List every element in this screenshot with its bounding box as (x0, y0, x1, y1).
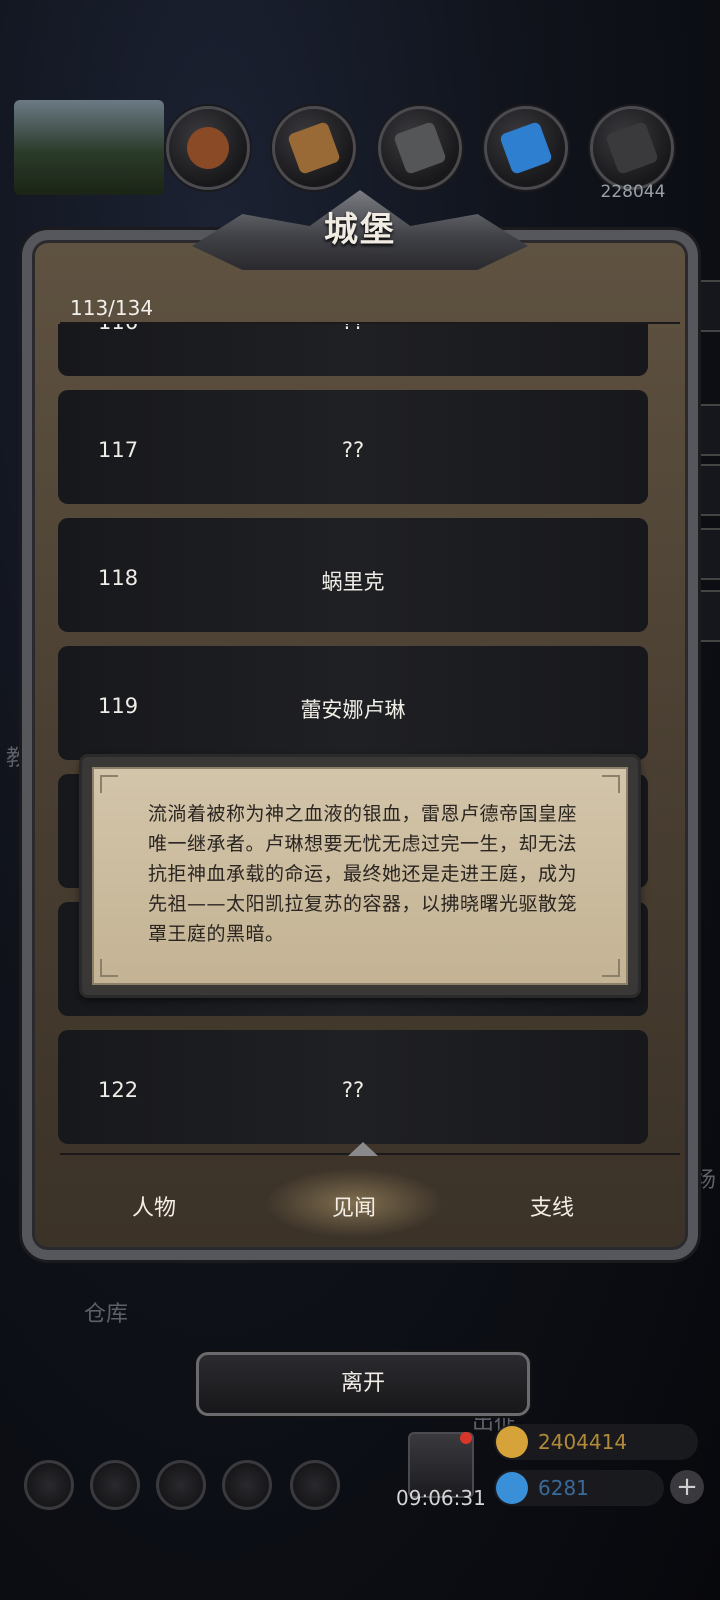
gem-amount: 6281 (538, 1476, 589, 1500)
entry-name: ?? (58, 324, 648, 334)
list-item[interactable]: 119 蕾安娜卢琳 (58, 646, 648, 760)
collection-progress: 113/134 (70, 296, 154, 320)
castle-panel: 城堡 113/134 116 ?? 117 ?? 118 蜗里克 119 蕾安娜… (22, 190, 698, 1270)
tab-label: 见闻 (331, 1196, 376, 1221)
entry-name: ?? (341, 1078, 365, 1102)
timer: 09:06:31 (396, 1486, 486, 1510)
mail-icon[interactable] (222, 1460, 272, 1510)
list-item[interactable]: 117 ?? (58, 390, 648, 504)
tab-side-quests[interactable]: 支线 (482, 1190, 622, 1222)
tooltip-corner-ornament (100, 775, 118, 793)
gold-amount: 2404414 (538, 1430, 628, 1454)
add-gems-button[interactable]: + (670, 1470, 704, 1504)
crystal-resource-icon[interactable] (484, 106, 568, 190)
panel-title: 城堡 (324, 210, 396, 250)
entry-name: ?? (341, 438, 365, 462)
medal-icon[interactable] (90, 1460, 140, 1510)
gold-coin-icon (496, 1426, 528, 1458)
plank-resource-icon[interactable] (272, 106, 356, 190)
tooltip-corner-ornament (602, 775, 620, 793)
gem-icon (496, 1472, 528, 1504)
list-item[interactable]: 122 ?? (58, 1030, 648, 1144)
description-tooltip: 流淌着被称为神之血液的银血，雷恩卢德帝国皇座唯一继承者。卢琳想要无忧无虑过完一生… (82, 757, 638, 995)
tab-label: 支线 (529, 1196, 574, 1221)
share-icon[interactable] (290, 1460, 340, 1510)
gem-counter: 6281 (494, 1470, 664, 1506)
settings-icon[interactable] (24, 1460, 74, 1510)
entry-list[interactable]: 116 ?? 117 ?? 118 蜗里克 119 蕾安娜卢琳 ?? (58, 324, 678, 1156)
tooltip-description: 流淌着被称为神之血液的银血，雷恩卢德帝国皇座唯一继承者。卢琳想要无忧无虑过完一生… (148, 803, 578, 945)
list-item[interactable]: 116 ?? (58, 324, 648, 376)
codex-icon[interactable] (156, 1460, 206, 1510)
iron-resource-icon[interactable] (378, 106, 462, 190)
tab-label: 人物 (131, 1196, 176, 1221)
stone-resource-icon[interactable] (590, 106, 674, 190)
wood-resource-icon[interactable] (166, 106, 250, 190)
castle-thumbnail[interactable] (14, 100, 164, 195)
entry-name: 蕾安娜卢琳 (300, 698, 406, 722)
leave-button[interactable]: 离开 (196, 1352, 530, 1416)
tooltip-parchment: 流淌着被称为神之血液的银血，雷恩卢德帝国皇座唯一继承者。卢琳想要无忧无虑过完一生… (92, 767, 628, 985)
tooltip-corner-ornament (100, 959, 118, 977)
list-item[interactable]: 118 蜗里克 (58, 518, 648, 632)
entry-name: 蜗里克 (321, 570, 385, 594)
bg-label-warehouse: 仓库 (84, 1302, 129, 1327)
tooltip-corner-ornament (602, 959, 620, 977)
tab-stories[interactable]: 见闻 (264, 1168, 444, 1238)
tab-characters[interactable]: 人物 (84, 1190, 224, 1222)
gold-counter: 2404414 (494, 1424, 698, 1460)
notification-badge (460, 1432, 472, 1444)
game-scene: 教 仓库 出征 场 228044 城堡 113/134 117 ?? 118 蜗… (0, 0, 720, 1600)
